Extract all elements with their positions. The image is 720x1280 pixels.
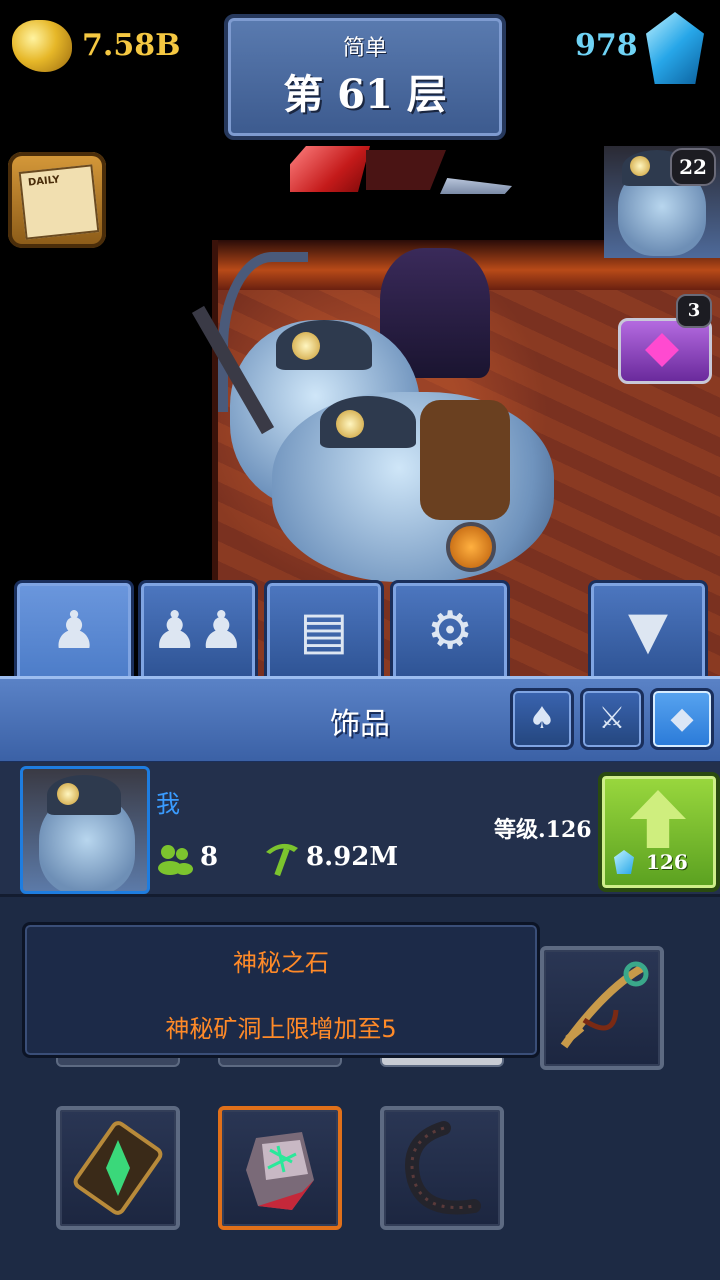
rune-stone-icon bbox=[246, 1132, 314, 1210]
player-name: 我 bbox=[156, 790, 180, 818]
workers-count: 8 bbox=[200, 842, 219, 872]
inventory-slot-scroll[interactable] bbox=[56, 1106, 180, 1230]
miner-profile-icon: ♟ bbox=[50, 601, 98, 661]
chevron-down-icon: ▼ bbox=[628, 601, 668, 661]
tooltip-description: 神秘矿洞上限增加至5 bbox=[165, 1015, 397, 1043]
gem-amount: 978 bbox=[575, 28, 638, 63]
blue-gem-icon[interactable] bbox=[646, 12, 704, 84]
collapse-panel-button[interactable]: ▼ bbox=[588, 580, 708, 679]
strength-category-button[interactable]: ♠ bbox=[510, 688, 574, 750]
portrait-count-badge: 22 bbox=[670, 148, 716, 186]
gold-nugget-icon bbox=[12, 20, 72, 72]
player-avatar[interactable] bbox=[20, 766, 150, 894]
green-crystal-scroll-icon bbox=[73, 1121, 163, 1215]
game-scene[interactable]: 7.58B 简单 第 61 层 978 DAILY 22 3 bbox=[0, 0, 720, 676]
helmet-lamp bbox=[292, 332, 320, 360]
tab-settings[interactable]: ⚙ bbox=[390, 580, 510, 679]
miner-helmet bbox=[320, 396, 416, 448]
floor-plate: 简单 第 61 层 bbox=[224, 14, 506, 140]
gear-icon: ⚙ bbox=[426, 601, 474, 661]
inventory-slot-key[interactable] bbox=[540, 946, 664, 1070]
player-level: 等级.126 bbox=[494, 817, 592, 843]
gold-amount: 7.58B bbox=[82, 28, 181, 63]
red-crystal-segment bbox=[290, 146, 370, 192]
pickaxe-icon bbox=[266, 843, 298, 877]
up-arrow-icon bbox=[630, 790, 686, 848]
dark-tentacle-icon bbox=[405, 1121, 481, 1215]
workers-icon bbox=[158, 845, 193, 875]
crossed-swords-icon: ⚔ bbox=[598, 701, 626, 736]
inventory-slot-mysterious-stone[interactable] bbox=[218, 1106, 342, 1230]
item-tooltip: 神秘之石 神秘矿洞上限增加至5 bbox=[22, 922, 540, 1058]
orange-gem-gauntlet bbox=[446, 522, 496, 572]
rocks-icon: ◆ bbox=[670, 701, 694, 736]
accessories-category-button[interactable]: ◆ bbox=[650, 688, 714, 750]
weapons-category-button[interactable]: ⚔ bbox=[580, 688, 644, 750]
tab-chest[interactable]: ▤ bbox=[264, 580, 384, 679]
helmet-lamp bbox=[57, 783, 79, 805]
chest-icon: ▤ bbox=[299, 601, 349, 661]
tab-character[interactable]: ♟ bbox=[14, 580, 134, 679]
daily-calendar-button[interactable]: DAILY bbox=[8, 152, 106, 248]
difficulty-label: 简单 bbox=[342, 36, 387, 61]
tab-team[interactable]: ♟♟ bbox=[138, 580, 258, 679]
overall-strap bbox=[420, 400, 510, 520]
tooltip-title: 神秘之石 bbox=[233, 949, 329, 977]
chest-count-badge: 3 bbox=[676, 294, 712, 328]
silver-segment bbox=[440, 178, 512, 194]
group-icon: ♟♟ bbox=[151, 601, 245, 661]
miner-helmet bbox=[276, 320, 372, 370]
mining-power: 8.92M bbox=[306, 842, 399, 872]
floor-label: 第 61 层 bbox=[283, 71, 447, 118]
inventory-slot-tentacle[interactable] bbox=[380, 1106, 504, 1230]
ornate-key-icon bbox=[560, 961, 649, 1049]
muscle-icon: ♠ bbox=[528, 701, 556, 736]
helmet-lamp bbox=[630, 156, 650, 176]
upgrade-button[interactable]: 126 bbox=[598, 772, 720, 892]
helmet-lamp bbox=[336, 410, 364, 438]
floor-progress-bar bbox=[290, 146, 512, 194]
upgrade-cost: 126 bbox=[646, 850, 688, 874]
blue-gem-icon bbox=[614, 850, 634, 874]
progress-track bbox=[366, 150, 446, 190]
